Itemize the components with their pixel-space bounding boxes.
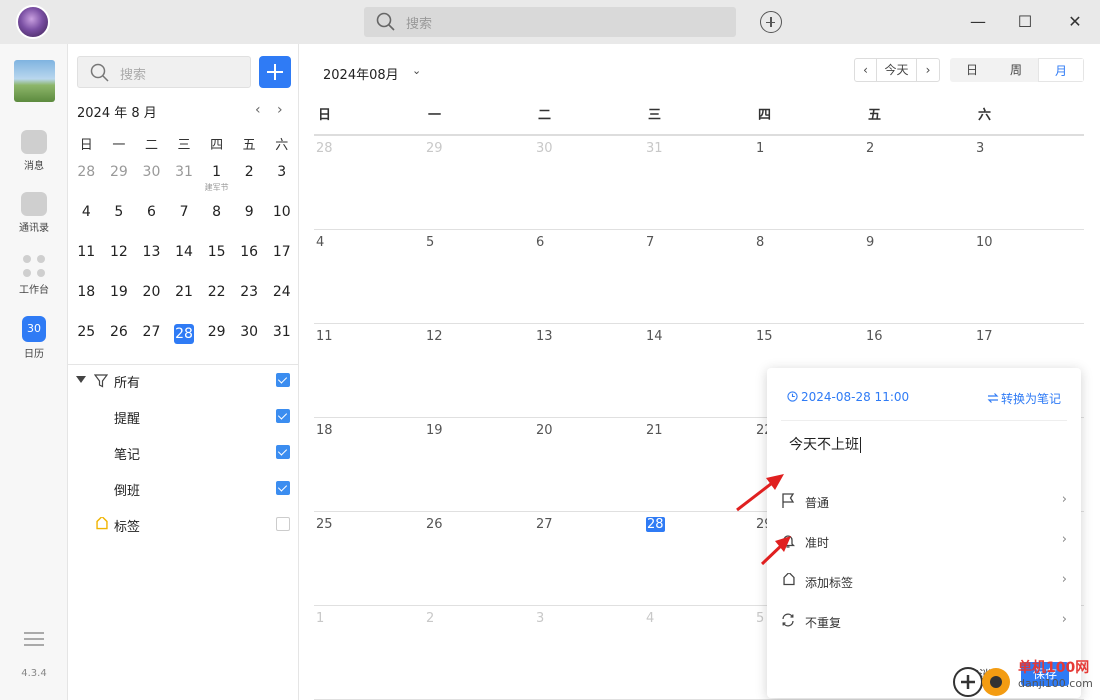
watermark-logo [953,667,1010,697]
red-arrow-1 [736,478,777,512]
watermark-line2: danji100.com [1018,677,1093,690]
watermark-line1: 单机100网 [1018,660,1090,676]
watermark-text: 单机100网 danji100.com [1018,660,1093,692]
annotation-arrows [736,474,791,566]
red-arrowhead-1 [766,474,784,490]
